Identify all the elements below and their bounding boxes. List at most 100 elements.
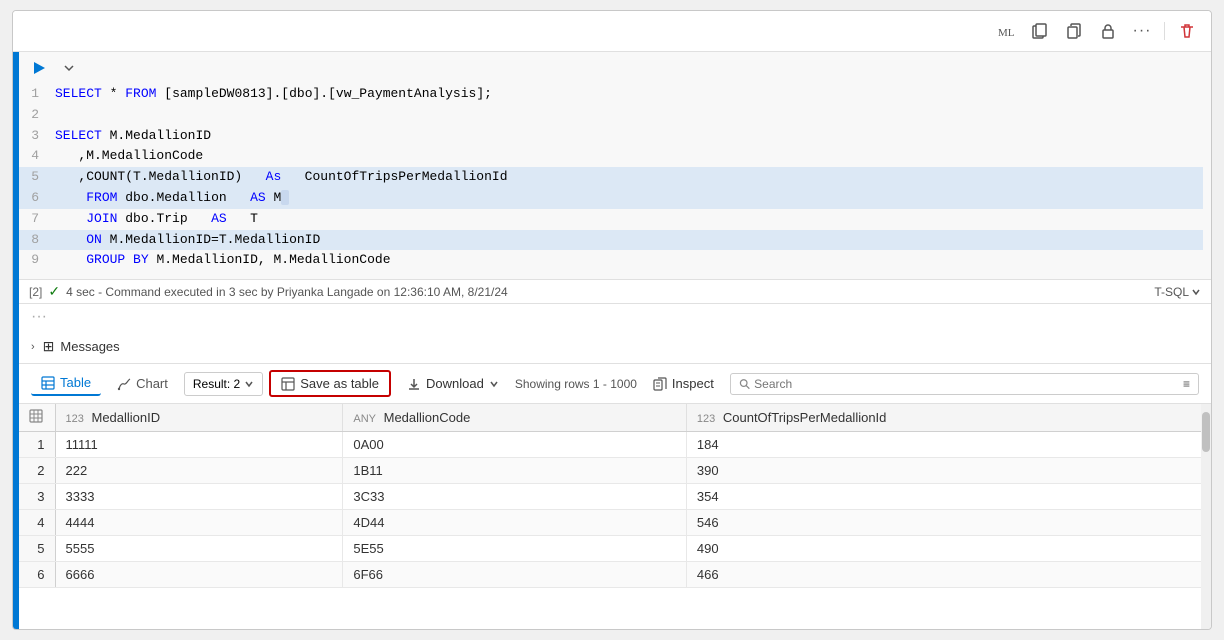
code-line-9: 9 GROUP BY M.MedallionID, M.MedallionCod… [19, 250, 1203, 271]
line-num-7: 7 [19, 209, 55, 230]
table-row: 5 5555 5E55 490 [19, 536, 1211, 562]
result-dropdown[interactable]: Result: 2 [184, 372, 263, 396]
count-cell: 466 [686, 562, 1210, 588]
medallion-id-cell: 3333 [55, 484, 343, 510]
count-cell: 490 [686, 536, 1210, 562]
scrollbar-thumb[interactable] [1202, 412, 1210, 452]
search-input[interactable] [754, 377, 1179, 391]
check-icon: ✓ [48, 283, 60, 300]
th-medallion-id: 123 MedallionID [55, 404, 343, 432]
filter-icon[interactable]: ≡ [1183, 377, 1190, 391]
table-tab-icon [41, 376, 55, 390]
code-line-3: 3 SELECT M.MedallionID [19, 126, 1203, 147]
inspect-button[interactable]: Inspect [643, 372, 724, 395]
scrollbar[interactable] [1201, 404, 1211, 629]
count-trips-type-icon: 123 [697, 413, 715, 425]
run-button[interactable] [27, 56, 51, 80]
row-num-cell: 4 [19, 510, 55, 536]
copy-icon [1066, 23, 1082, 39]
line-num-6: 6 [19, 188, 55, 209]
line-num-4: 4 [19, 146, 55, 167]
medallion-id-cell: 6666 [55, 562, 343, 588]
lock-btn[interactable] [1094, 17, 1122, 45]
messages-label: ⊞ Messages [43, 338, 120, 355]
count-cell: 184 [686, 432, 1210, 458]
code-text-7: JOIN dbo.Trip AS T [55, 209, 258, 230]
table-row: 4 4444 4D44 546 [19, 510, 1211, 536]
medallion-code-cell: 0A00 [343, 432, 687, 458]
data-table-wrapper: 123 MedallionID ANY MedallionCode 123 Co… [19, 404, 1211, 629]
search-icon [739, 378, 750, 390]
medallion-id-cell: 222 [55, 458, 343, 484]
results-toolbar: Table Chart Result: 2 [19, 364, 1211, 404]
code-line-4: 4 ,M.MedallionCode [19, 146, 1203, 167]
keyword-select: SELECT [55, 86, 102, 101]
line-num-1: 1 [19, 84, 55, 105]
expand-code-button[interactable] [59, 58, 79, 78]
messages-grid-icon: ⊞ [43, 338, 55, 355]
medallion-code-cell: 5E55 [343, 536, 687, 562]
code-text-8: ON M.MedallionID=T.MedallionID [55, 230, 320, 251]
svg-text:ML: ML [998, 27, 1014, 39]
medallion-id-cell: 5555 [55, 536, 343, 562]
row-num-cell: 6 [19, 562, 55, 588]
table-body: 1 11111 0A00 184 2 222 1B11 390 3 3333 3… [19, 432, 1211, 588]
table-tab[interactable]: Table [31, 371, 101, 396]
main-window: ML ··· [12, 10, 1212, 630]
inspect-icon [653, 377, 667, 391]
download-icon [407, 377, 421, 391]
save-as-table-button[interactable]: Save as table [269, 370, 391, 397]
code-line-8: 8 ON M.MedallionID=T.MedallionID [19, 230, 1203, 251]
count-cell: 390 [686, 458, 1210, 484]
medallion-code-cell: 4D44 [343, 510, 687, 536]
medallion-code-cell: 1B11 [343, 458, 687, 484]
copy-btn[interactable] [1060, 17, 1088, 45]
messages-header[interactable]: › ⊞ Messages [31, 338, 1199, 355]
chart-tab[interactable]: Chart [107, 372, 178, 395]
cell-label: [2] [29, 285, 42, 299]
chart-tab-icon [117, 377, 131, 391]
save-table-icon [281, 377, 295, 391]
th-count-trips: 123 CountOfTripsPerMedallionId [686, 404, 1210, 432]
data-table: 123 MedallionID ANY MedallionCode 123 Co… [19, 404, 1211, 588]
search-box[interactable]: ≡ [730, 373, 1199, 395]
count-cell: 546 [686, 510, 1210, 536]
table-header-row: 123 MedallionID ANY MedallionCode 123 Co… [19, 404, 1211, 432]
dropdown-chevron-icon [244, 379, 254, 389]
ml-icon-btn[interactable]: ML [992, 17, 1020, 45]
duplicate-btn[interactable] [1026, 17, 1054, 45]
delete-btn[interactable] [1173, 17, 1201, 45]
line-num-2: 2 [19, 105, 55, 126]
count-cell: 354 [686, 484, 1210, 510]
tsql-badge[interactable]: T-SQL [1154, 285, 1201, 299]
code-line-5: 5 ,COUNT(T.MedallionID) As CountOfTripsP… [19, 167, 1203, 188]
th-medallion-code: ANY MedallionCode [343, 404, 687, 432]
delete-icon [1179, 23, 1195, 39]
row-num-cell: 1 [19, 432, 55, 458]
more-btn[interactable]: ··· [1128, 17, 1156, 45]
medallion-id-cell: 4444 [55, 510, 343, 536]
th-row-num [19, 404, 55, 432]
code-line-7: 7 JOIN dbo.Trip AS T [19, 209, 1203, 230]
row-num-cell: 5 [19, 536, 55, 562]
medallion-code-type-icon: ANY [353, 413, 376, 425]
medallion-code-cell: 6F66 [343, 562, 687, 588]
row-num-cell: 2 [19, 458, 55, 484]
download-chevron-icon [489, 379, 499, 389]
line-num-5: 5 [19, 167, 55, 188]
table-row: 3 3333 3C33 354 [19, 484, 1211, 510]
more-options[interactable]: ··· [19, 304, 1211, 330]
play-icon [31, 60, 47, 76]
line-num-8: 8 [19, 230, 55, 251]
code-text-6: FROM dbo.Medallion AS M [55, 188, 289, 209]
row-num-cell: 3 [19, 484, 55, 510]
toolbar-separator [1164, 22, 1165, 40]
code-text-4: ,M.MedallionCode [55, 146, 203, 167]
download-button[interactable]: Download [397, 372, 509, 395]
code-text-5: ,COUNT(T.MedallionID) As CountOfTripsPer… [55, 167, 508, 188]
main-content: 1 SELECT * FROM [sampleDW0813].[dbo].[vw… [13, 52, 1211, 629]
status-left: [2] ✓ 4 sec - Command executed in 3 sec … [29, 283, 508, 300]
code-editor[interactable]: 1 SELECT * FROM [sampleDW0813].[dbo].[vw… [19, 84, 1211, 279]
table-row: 2 222 1B11 390 [19, 458, 1211, 484]
medallion-code-cell: 3C33 [343, 484, 687, 510]
